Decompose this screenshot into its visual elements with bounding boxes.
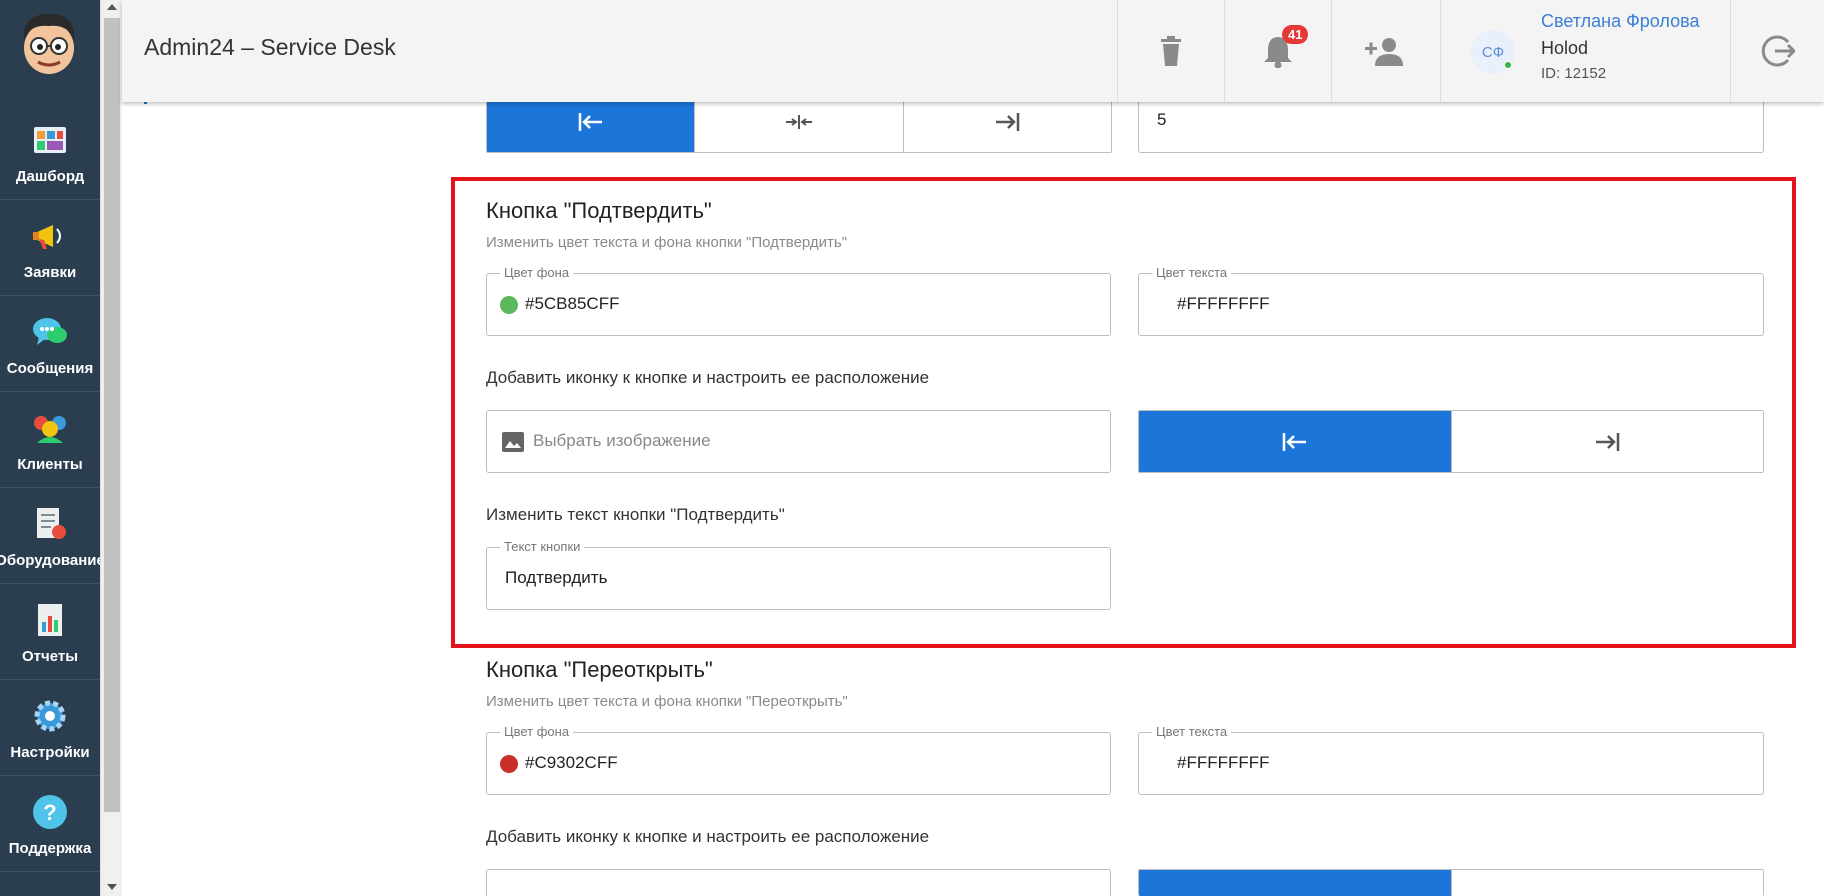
- color-swatch[interactable]: [500, 755, 518, 773]
- user-name[interactable]: Светлана Фролова: [1541, 11, 1699, 32]
- chat-icon: [30, 312, 70, 352]
- sidebar-item-label: Сообщения: [6, 360, 94, 377]
- delete-button[interactable]: [1117, 0, 1224, 102]
- sidebar-item-dashboard[interactable]: Дашборд: [0, 104, 100, 200]
- confirm-button-text-field[interactable]: Текст кнопки Подтвердить: [486, 539, 1111, 610]
- user-profile[interactable]: СФ Светлана Фролова Holod ID: 12152: [1440, 0, 1730, 102]
- confirm-icon-position-control[interactable]: [1138, 410, 1764, 473]
- confirm-section-subtitle: Изменить цвет текста и фона кнопки "Подт…: [486, 234, 848, 251]
- icon-position-left[interactable]: [1139, 411, 1451, 472]
- reopen-image-picker[interactable]: [486, 869, 1111, 896]
- equipment-icon: [30, 504, 70, 544]
- icon-position-right[interactable]: [1450, 870, 1763, 896]
- sidebar-item-clients[interactable]: Клиенты: [0, 392, 100, 488]
- field-legend: Текст кнопки: [500, 539, 585, 554]
- align-start-icon: [578, 113, 602, 131]
- sidebar-item-settings[interactable]: Настройки: [0, 680, 100, 776]
- svg-text:?: ?: [43, 800, 56, 825]
- reopen-text-color-value: #FFFFFFFF: [1177, 753, 1270, 772]
- sidebar-item-label: Настройки: [10, 744, 90, 761]
- confirm-bg-color-field[interactable]: Цвет фона #5CB85CFF: [486, 265, 1111, 336]
- add-user-button[interactable]: [1331, 0, 1438, 102]
- user-company: Holod: [1541, 38, 1589, 58]
- align-center-icon: [785, 115, 812, 129]
- sidebar-item-equipment[interactable]: Оборудование: [0, 488, 105, 584]
- sidebar-item-requests[interactable]: Заявки: [0, 200, 100, 296]
- reopen-section-title: Кнопка "Переоткрыть": [486, 657, 713, 682]
- notifications-badge: 41: [1282, 25, 1309, 44]
- confirm-change-text-label: Изменить текст кнопки "Подтвердить": [486, 505, 785, 524]
- sidebar-item-label: Дашборд: [15, 168, 85, 185]
- sidebar: Дашборд Заявки Сообщения Клиенты Оборудо…: [0, 0, 105, 896]
- reopen-bg-color-value: #C9302CFF: [525, 753, 618, 772]
- megaphone-icon: [30, 216, 70, 256]
- sidebar-item-label: Заявки: [23, 264, 77, 281]
- confirm-text-color-value: #FFFFFFFF: [1177, 294, 1270, 313]
- reopen-text-color-field[interactable]: Цвет текста #FFFFFFFF: [1138, 724, 1764, 795]
- field-legend: Цвет текста: [1152, 724, 1232, 739]
- header: Admin24 – Service Desk 41 СФ Светлана Фр…: [122, 0, 1824, 102]
- icon-position-right[interactable]: [1450, 411, 1763, 472]
- confirm-text-color-field[interactable]: Цвет текста #FFFFFFFF: [1138, 265, 1764, 336]
- help-icon: ?: [30, 792, 70, 832]
- reopen-bg-color-field[interactable]: Цвет фона #C9302CFF: [486, 724, 1111, 795]
- dashboard-icon: [30, 120, 70, 160]
- icon-position-left[interactable]: [1139, 870, 1451, 896]
- sidebar-item-support[interactable]: ? Поддержка: [0, 776, 100, 872]
- reopen-icon-label: Добавить иконку к кнопке и настроить ее …: [486, 827, 930, 846]
- online-status-dot: [1503, 60, 1513, 70]
- scroll-up-arrow[interactable]: [107, 4, 117, 10]
- reopen-section-subtitle: Изменить цвет текста и фона кнопки "Пере…: [486, 693, 848, 710]
- align-start-icon: [1282, 432, 1306, 451]
- sidebar-item-label: Отчеты: [21, 648, 79, 665]
- number-input-value: 5: [1157, 110, 1167, 129]
- sidebar-item-messages[interactable]: Сообщения: [0, 296, 100, 392]
- scroll-thumb[interactable]: [104, 18, 120, 812]
- image-icon: [502, 432, 524, 452]
- confirm-icon-label: Добавить иконку к кнопке и настроить ее …: [486, 368, 930, 387]
- sidebar-item-label: Поддержка: [8, 840, 92, 857]
- sidebar-item-label: Клиенты: [17, 456, 83, 473]
- reopen-icon-position-control[interactable]: [1138, 869, 1764, 896]
- add-user-icon: [1365, 38, 1403, 66]
- color-swatch[interactable]: [500, 296, 518, 314]
- align-end-icon: [996, 113, 1020, 131]
- align-end-icon: [1596, 432, 1620, 451]
- field-legend: Цвет фона: [500, 265, 574, 280]
- scrollbar[interactable]: [100, 0, 122, 896]
- trash-icon: [1161, 36, 1181, 66]
- field-legend: Цвет фона: [500, 724, 574, 739]
- scroll-down-arrow[interactable]: [107, 884, 117, 890]
- image-picker-placeholder: Выбрать изображение: [533, 431, 711, 450]
- sidebar-item-label: Оборудование: [0, 552, 105, 569]
- field-legend: Цвет текста: [1152, 265, 1232, 280]
- sidebar-item-reports[interactable]: Отчеты: [0, 584, 100, 680]
- gear-icon: [30, 696, 70, 736]
- logout-icon: [1761, 35, 1795, 67]
- confirm-bg-color-value: #5CB85CFF: [525, 294, 620, 313]
- notifications-button[interactable]: 41: [1224, 0, 1331, 102]
- confirm-image-picker[interactable]: Выбрать изображение: [486, 410, 1111, 473]
- confirm-button-text-value: Подтвердить: [505, 568, 608, 587]
- logout-button[interactable]: [1730, 0, 1824, 102]
- reports-icon: [30, 600, 70, 640]
- app-title: Admin24 – Service Desk: [144, 34, 396, 60]
- logo-avatar[interactable]: [16, 8, 82, 76]
- clients-icon: [30, 408, 70, 448]
- user-id: ID: 12152: [1541, 65, 1607, 82]
- confirm-section-title: Кнопка "Подтвердить": [486, 198, 712, 223]
